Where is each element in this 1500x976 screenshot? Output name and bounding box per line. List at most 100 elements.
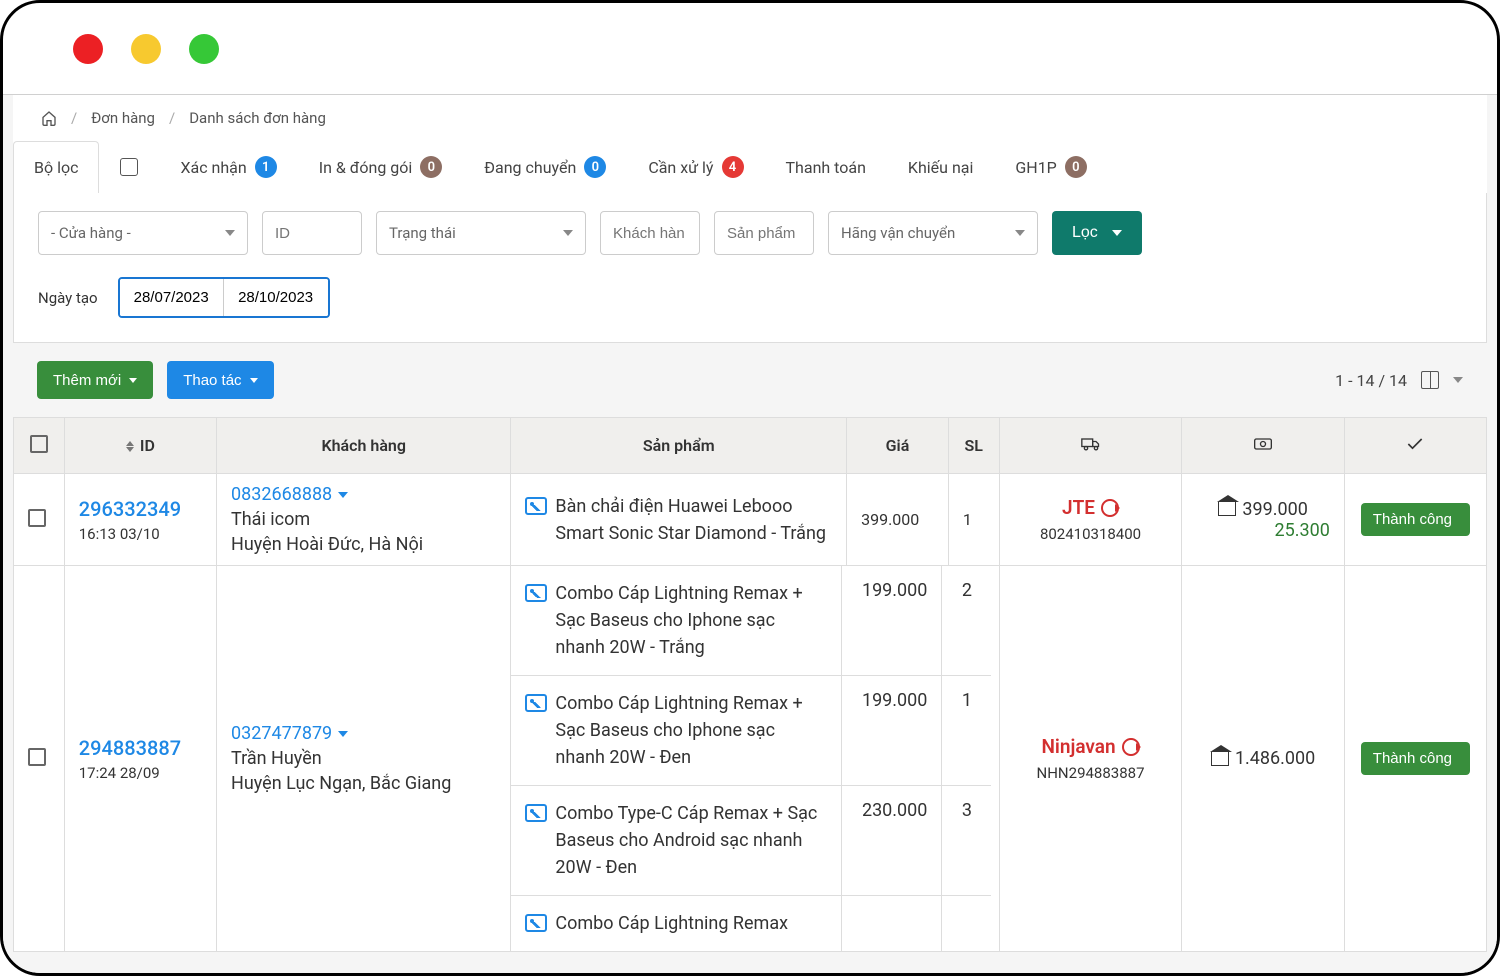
qty-cell: 2 [941,566,991,676]
tracking-code: 802410318400 [1014,525,1168,543]
image-icon[interactable] [525,497,547,515]
chevron-down-icon [1015,230,1025,236]
badge: 1 [255,156,277,178]
retry-icon [1101,499,1119,517]
status-button[interactable]: Thành công [1361,503,1470,536]
table-header-row: ID Khách hàng Sản phẩm Giá SL [14,418,1487,474]
id-header: ID [140,436,155,455]
close-window-icon[interactable] [73,34,103,64]
price-cell: 199.000 [841,566,941,676]
maximize-window-icon[interactable] [189,34,219,64]
id-input[interactable] [262,211,362,255]
table-row: 294883887 17:24 28/09 0327477879 Trần Hu… [14,566,1487,952]
tab-save-icon[interactable] [99,141,159,193]
select-all-checkbox[interactable] [30,435,48,453]
carrier-name[interactable]: JTE [1014,496,1168,519]
customer-input[interactable] [600,211,700,255]
operations-button[interactable]: Thao tác [167,361,273,399]
tab-shipping[interactable]: Đang chuyển0 [463,141,627,193]
qty-cell [941,896,991,951]
order-timestamp: 16:13 03/10 [79,525,202,543]
amount: 399.000 [1196,499,1329,520]
tab-complaint[interactable]: Khiếu nại [887,141,994,193]
date-from-input[interactable] [120,279,224,316]
image-icon[interactable] [525,914,547,932]
qty-header: SL [948,418,999,474]
chevron-down-icon[interactable] [1453,377,1463,383]
tab-print-pack[interactable]: In & đóng gói0 [298,141,464,193]
add-new-button[interactable]: Thêm mới [37,361,153,399]
carrier-select[interactable]: Hãng vận chuyển [828,211,1038,255]
tab-need-process[interactable]: Cần xử lý4 [627,141,764,193]
carrier-name[interactable]: Ninjavan [1014,735,1168,758]
status-button[interactable]: Thành công [1361,742,1470,775]
customer-phone[interactable]: 0327477879 [231,723,496,744]
price-cell [841,896,941,951]
chevron-down-icon [338,731,348,737]
check-icon [1403,434,1427,458]
qty-cell: 1 [941,676,991,786]
chevron-down-icon [338,492,348,498]
qty-cell: 1 [948,474,999,566]
product-input[interactable] [714,211,814,255]
actions-bar: Thêm mới Thao tác 1 - 14 / 14 [13,343,1487,417]
tracking-code: NHN294883887 [1014,764,1168,782]
minimize-window-icon[interactable] [131,34,161,64]
status-select[interactable]: Trạng thái [376,211,586,255]
pagination-range: 1 - 14 / 14 [1335,371,1407,390]
breadcrumb-sep: / [71,109,77,127]
filter-panel: - Cửa hàng - Trạng thái Hãng vận chuyển … [13,193,1487,343]
order-timestamp: 17:24 28/09 [79,764,202,782]
badge: 0 [420,156,442,178]
amount: 1.486.000 [1196,748,1329,769]
content-area: / Đơn hàng / Danh sách đơn hàng Bộ lọc X… [3,95,1497,973]
chevron-down-icon [225,230,235,236]
row-checkbox[interactable] [28,748,46,766]
date-range [118,277,330,318]
image-icon[interactable] [525,694,547,712]
bank-icon [1218,502,1236,516]
fee: 25.300 [1196,520,1329,541]
badge: 0 [584,156,606,178]
product-item: Combo Cáp Lightning Remax + Sạc Baseus c… [525,580,827,661]
row-checkbox[interactable] [28,509,46,527]
tabs: Bộ lọc Xác nhận1 In & đóng gói0 Đang chu… [13,141,1487,193]
customer-name: Thái icom [231,509,496,530]
customer-phone[interactable]: 0832668888 [231,484,496,505]
chevron-down-icon [250,378,258,383]
sort-icon[interactable] [126,441,134,452]
product-item: Combo Cáp Lightning Remax + Sạc Baseus c… [525,690,827,771]
home-icon[interactable] [41,110,57,126]
chevron-down-icon [1112,230,1122,236]
order-id-link[interactable]: 296332349 [79,497,202,521]
price-cell: 399.000 [847,474,949,566]
product-item: Bàn chải điện Huawei Lebooo Smart Sonic … [525,493,832,547]
breadcrumb-sep: / [169,109,175,127]
filter-button[interactable]: Lọc [1052,211,1142,255]
chevron-down-icon [129,378,137,383]
price-cell: 199.000 [841,676,941,786]
columns-icon[interactable] [1421,371,1439,389]
tab-gh1p[interactable]: GH1P0 [994,141,1107,193]
breadcrumb-current: Danh sách đơn hàng [189,109,326,127]
store-select[interactable]: - Cửa hàng - [38,211,248,255]
price-header: Giá [847,418,949,474]
order-id-link[interactable]: 294883887 [79,736,202,760]
tab-filter[interactable]: Bộ lọc [13,141,99,193]
date-to-input[interactable] [224,279,328,316]
titlebar [3,3,1497,95]
product-item: Combo Cáp Lightning Remax [525,910,827,937]
tab-payment[interactable]: Thanh toán [765,141,887,193]
breadcrumb-orders[interactable]: Đơn hàng [91,109,155,127]
image-icon[interactable] [525,584,547,602]
product-item: Combo Type-C Cáp Remax + Sạc Baseus cho … [525,800,827,881]
image-icon[interactable] [525,804,547,822]
chevron-down-icon [563,230,573,236]
tab-confirm[interactable]: Xác nhận1 [159,141,297,193]
product-header: Sản phẩm [511,418,847,474]
truck-icon [1079,434,1103,458]
table-row: 296332349 16:13 03/10 0832668888 Thái ic… [14,474,1487,566]
qty-cell: 3 [941,786,991,896]
price-cell: 230.000 [841,786,941,896]
retry-icon [1122,738,1140,756]
